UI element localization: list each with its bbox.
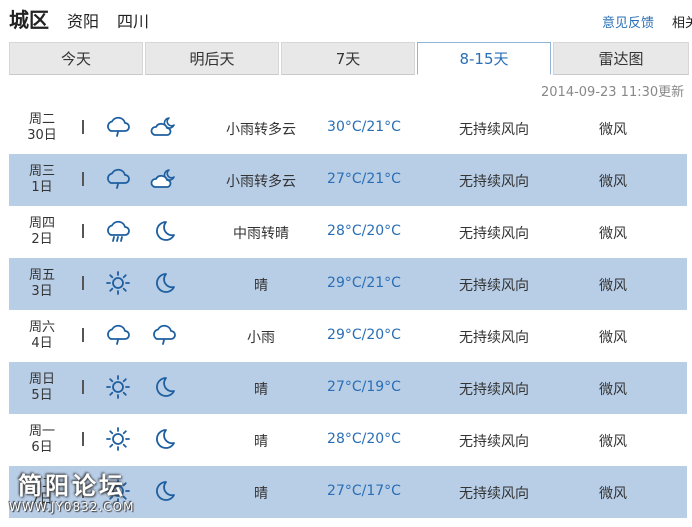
weather-condition: 小雨转多云 — [226, 122, 296, 138]
forum-watermark: 简阳论坛 WWW.JY0832.COM — [9, 466, 169, 524]
province-link[interactable]: 四川 — [117, 8, 149, 32]
partly-cloudy-night-icon — [149, 112, 179, 142]
light-rain-icon — [103, 164, 133, 194]
separator — [82, 172, 84, 186]
light-rain-icon — [149, 320, 179, 350]
county-link[interactable]: 资阳 — [67, 8, 99, 32]
header: 城区 资阳 四川 意见反馈 相关 — [0, 0, 692, 40]
separator — [82, 120, 84, 134]
temperature: 29°C/21°C — [327, 275, 401, 291]
forecast-row: 周三 1日 小雨转多云 27°C/21°C 无持续风向 微风 — [9, 154, 687, 206]
forecast-row: 周一 6日 晴 28°C/20°C 无持续风向 微风 — [9, 414, 687, 466]
temperature: 27°C/17°C — [327, 483, 401, 499]
tab-today[interactable]: 今天 — [9, 42, 143, 75]
moon-icon — [149, 372, 179, 402]
temperature: 27°C/19°C — [327, 379, 401, 395]
forecast-row: 周五 3日 晴 29°C/21°C 无持续风向 微风 — [9, 258, 687, 310]
tab-radar[interactable]: 雷达图 — [553, 42, 689, 75]
separator — [82, 328, 84, 342]
date: 30日 — [27, 128, 57, 143]
forecast-row: 周日 5日 晴 27°C/19°C 无持续风向 微风 — [9, 362, 687, 414]
wind-direction: 无持续风向 — [459, 122, 529, 138]
weekday: 周一 — [28, 424, 55, 439]
day-label: 周五 3日 — [19, 268, 65, 300]
wind-direction: 无持续风向 — [459, 278, 529, 294]
partly-cloudy-night-icon — [149, 164, 179, 194]
wind-force: 微风 — [599, 434, 627, 450]
moon-icon — [149, 268, 179, 298]
wind-force: 微风 — [599, 226, 627, 242]
weekday: 周五 — [28, 268, 55, 283]
wind-force: 微风 — [599, 330, 627, 346]
temperature: 28°C/20°C — [327, 223, 401, 239]
day-label: 周日 5日 — [19, 372, 65, 404]
light-rain-icon — [103, 112, 133, 142]
wind-force: 微风 — [599, 122, 627, 138]
update-time: 2014-09-23 11:30更新 — [541, 85, 685, 100]
forecast-row: 周四 2日 中雨转晴 28°C/20°C 无持续风向 微风 — [9, 206, 687, 258]
forecast-tabs: 今天 明后天 7天 8-15天 雷达图 — [9, 42, 689, 75]
moon-icon — [149, 424, 179, 454]
sun-icon — [103, 424, 133, 454]
watermark-url: WWW.JY0832.COM — [9, 500, 135, 514]
sun-icon — [103, 372, 133, 402]
wind-force: 微风 — [599, 278, 627, 294]
weather-condition: 小雨转多云 — [226, 174, 296, 190]
weather-condition: 小雨 — [247, 330, 275, 346]
weekday: 周日 — [28, 372, 55, 387]
date: 2日 — [31, 232, 53, 247]
temperature: 30°C/21°C — [327, 119, 401, 135]
related-link[interactable]: 相关 — [672, 12, 692, 31]
sun-icon — [103, 268, 133, 298]
wind-force: 微风 — [599, 382, 627, 398]
day-label: 周四 2日 — [19, 216, 65, 248]
wind-direction: 无持续风向 — [459, 434, 529, 450]
weekday: 周四 — [28, 216, 55, 231]
date: 3日 — [31, 284, 53, 299]
wind-direction: 无持续风向 — [459, 174, 529, 190]
weekday: 周三 — [28, 164, 55, 179]
wind-direction: 无持续风向 — [459, 486, 529, 502]
forecast-row: 周六 4日 小雨 29°C/20°C 无持续风向 微风 — [9, 310, 687, 362]
wind-force: 微风 — [599, 174, 627, 190]
day-label: 周三 1日 — [19, 164, 65, 196]
wind-direction: 无持续风向 — [459, 382, 529, 398]
temperature: 28°C/20°C — [327, 431, 401, 447]
tab-tomorrow[interactable]: 明后天 — [145, 42, 279, 75]
date: 4日 — [31, 336, 53, 351]
wind-direction: 无持续风向 — [459, 226, 529, 242]
moderate-rain-icon — [103, 216, 133, 246]
date: 1日 — [31, 180, 53, 195]
day-label: 周二 30日 — [19, 112, 65, 144]
day-label: 周六 4日 — [19, 320, 65, 352]
weather-condition: 中雨转晴 — [233, 226, 289, 242]
tab-8-15-days[interactable]: 8-15天 — [417, 42, 551, 75]
separator — [82, 276, 84, 290]
temperature: 29°C/20°C — [327, 327, 401, 343]
wind-direction: 无持续风向 — [459, 330, 529, 346]
separator — [82, 380, 84, 394]
city-name: 城区 — [9, 8, 49, 32]
weekday: 周二 — [28, 112, 55, 127]
feedback-link[interactable]: 意见反馈 — [602, 12, 654, 31]
tab-7-days[interactable]: 7天 — [281, 42, 415, 75]
forecast-row: 周二 30日 小雨转多云 30°C/21°C 无持续风向 微风 — [9, 102, 687, 154]
weekday: 周六 — [28, 320, 55, 335]
watermark-title: 简阳论坛 — [18, 472, 126, 500]
weather-condition: 晴 — [254, 486, 268, 502]
weather-condition: 晴 — [254, 278, 268, 294]
weather-condition: 晴 — [254, 382, 268, 398]
weather-condition: 晴 — [254, 434, 268, 450]
temperature: 27°C/21°C — [327, 171, 401, 187]
moon-icon — [149, 216, 179, 246]
separator — [82, 432, 84, 446]
date: 5日 — [31, 388, 53, 403]
light-rain-icon — [103, 320, 133, 350]
wind-force: 微风 — [599, 486, 627, 502]
separator — [82, 224, 84, 238]
date: 6日 — [31, 440, 53, 455]
day-label: 周一 6日 — [19, 424, 65, 456]
